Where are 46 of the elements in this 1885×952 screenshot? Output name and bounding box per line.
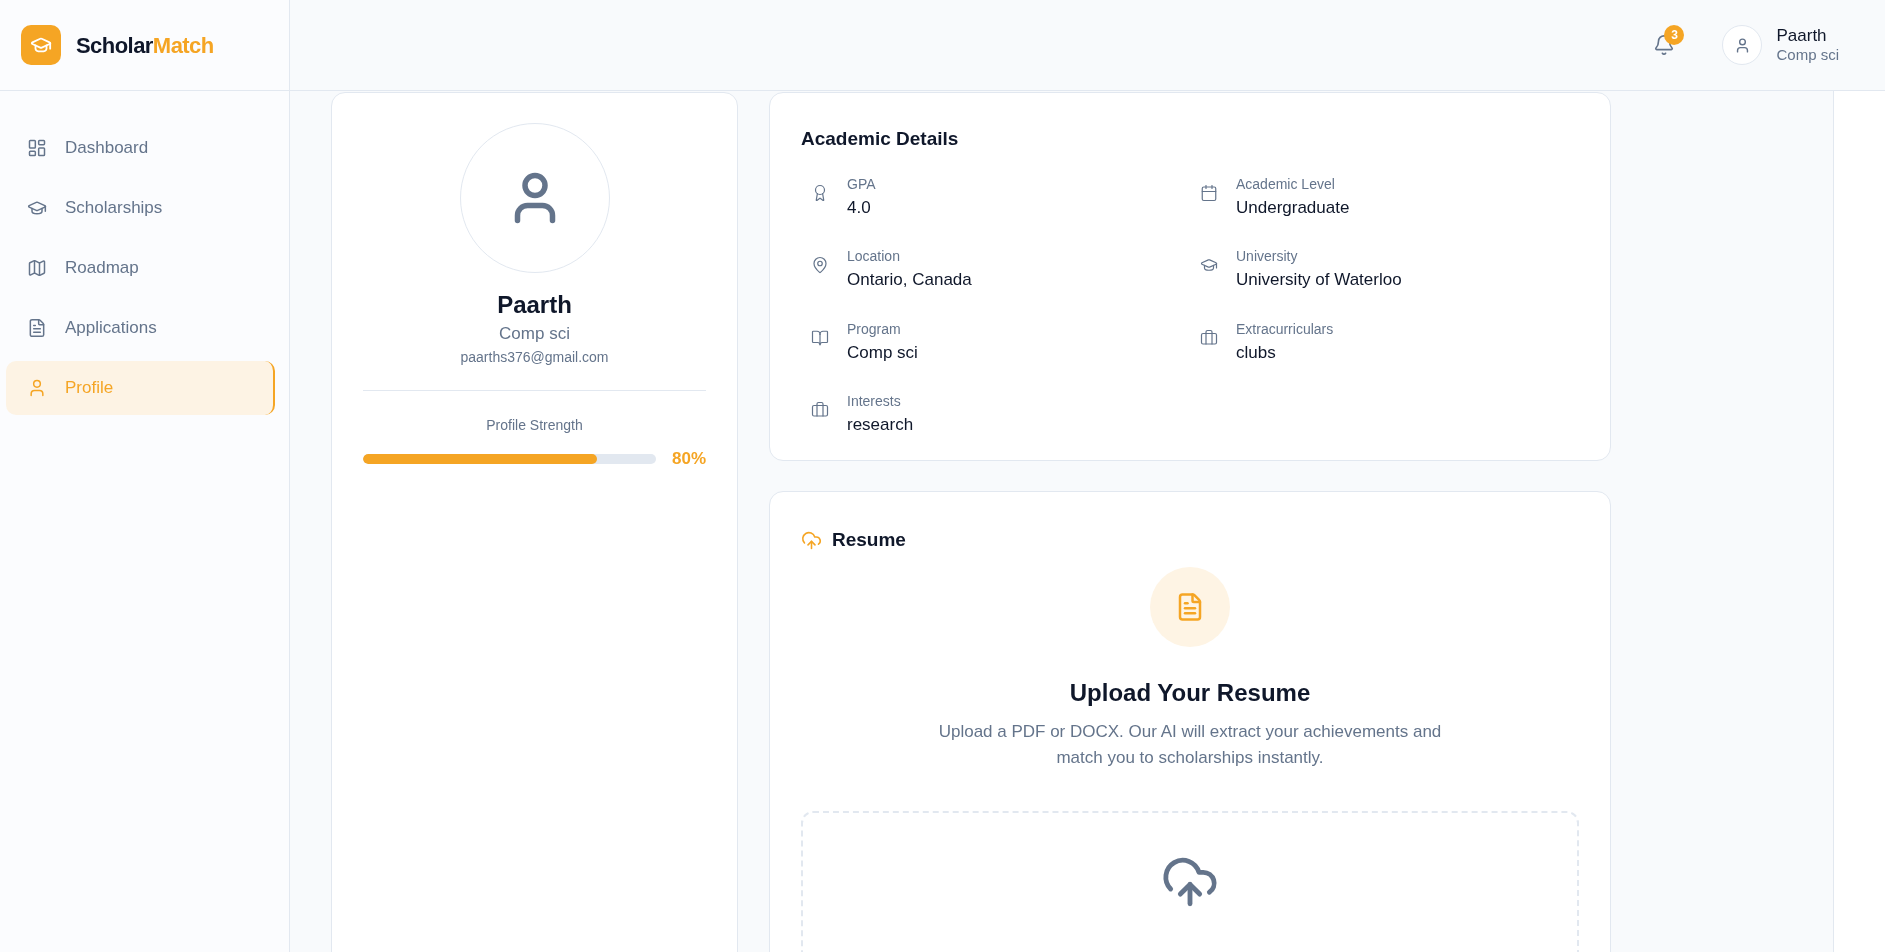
field-value: clubs [1236, 341, 1277, 364]
section-title: Academic Details [801, 127, 960, 151]
briefcase-icon [1200, 328, 1218, 347]
section-title: Resume [832, 528, 906, 552]
map-icon [27, 258, 47, 278]
cloud-upload-icon [801, 529, 822, 551]
field-value: 4.0 [847, 196, 872, 219]
sidebar-item[interactable]: Roadmap [6, 241, 275, 295]
sidebar-item[interactable]: Scholarships [6, 181, 275, 235]
field-value: Ontario, Canada [847, 269, 972, 291]
field-value: research [847, 414, 914, 436]
profile-name: Paarth [497, 290, 572, 320]
field-label: Academic Level [1236, 174, 1336, 194]
field-value: Comp sci [847, 341, 918, 364]
field-label: Location [847, 247, 901, 266]
profile-program: Comp sci [499, 323, 570, 345]
notification-count: 3 [1664, 25, 1685, 45]
logo-icon [21, 25, 61, 65]
field-value: Undergraduate [1236, 196, 1350, 219]
user-name: Paarth [1776, 25, 1828, 47]
briefcase-icon [811, 401, 829, 419]
person-icon [27, 378, 47, 398]
location-pin-icon [811, 256, 829, 274]
field-label: GPA [847, 174, 876, 194]
app-name: ScholarMatch [76, 31, 214, 60]
profile-email: paarths376@gmail.com [460, 348, 609, 368]
graduation-cap-icon [27, 198, 47, 218]
sidebar-item[interactable]: Dashboard [6, 121, 275, 175]
graduation-cap-icon [1200, 256, 1218, 274]
person-icon [1734, 36, 1751, 54]
user-subtitle: Comp sci [1776, 46, 1839, 65]
profile-strength-label: Profile Strength [486, 416, 583, 436]
field-label: Interests [847, 392, 902, 411]
field-label: University [1236, 247, 1299, 266]
field-value: University of Waterloo [1236, 269, 1402, 291]
book-icon [811, 328, 829, 347]
calendar-icon [1200, 183, 1218, 202]
user-avatar[interactable] [1722, 25, 1763, 65]
sidebar-item[interactable]: Applications [6, 301, 275, 355]
upload-heading: Upload Your Resume [1069, 677, 1311, 708]
field-label: Extracurriculars [1236, 319, 1334, 339]
field-label: Program [847, 319, 902, 339]
grid-icon [27, 138, 47, 158]
upload-description: Upload a PDF or DOCX. Our AI will extract your achievements and match you to scholarships instantly. [937, 720, 1443, 769]
strength-percent: 80% [671, 448, 706, 471]
document-icon [27, 318, 47, 338]
